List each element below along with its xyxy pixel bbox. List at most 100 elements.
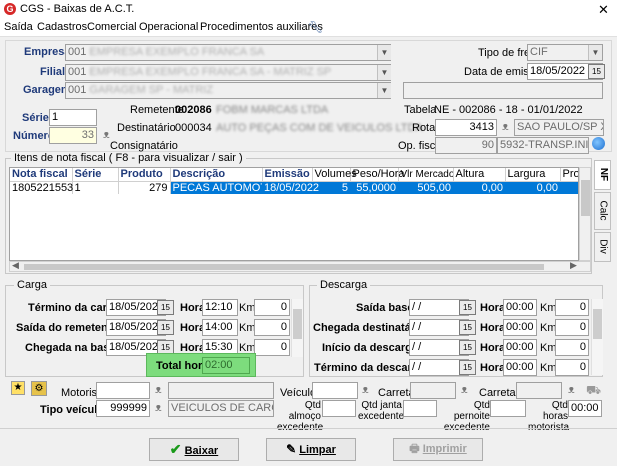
empresa-field[interactable]: 001 EMPRESA EXEMPLO FRANCA SA bbox=[65, 44, 391, 61]
saida-base-hora[interactable]: 00:00 bbox=[503, 299, 537, 316]
veiculo-label: Veículo bbox=[280, 387, 317, 399]
cell-largura: 0,00 bbox=[505, 181, 560, 194]
garagem-field[interactable]: 001 GARAGEM SP - MATRIZ bbox=[65, 82, 391, 99]
rota-search-icon[interactable]: ᴥ bbox=[502, 121, 509, 133]
scroll-right-icon[interactable]: ▶ bbox=[570, 260, 577, 271]
divider bbox=[0, 428, 617, 429]
menu-item-operacional[interactable]: Operacional bbox=[139, 21, 198, 33]
calendar-icon[interactable]: 15 bbox=[157, 300, 174, 315]
baixar-button[interactable]: ✔ Baixar bbox=[149, 438, 239, 461]
qtd-almoco-field[interactable] bbox=[322, 400, 356, 417]
cell-altura: 0,00 bbox=[453, 181, 505, 194]
carreta2-field[interactable] bbox=[516, 382, 562, 399]
tipo-frete-dropdown-icon[interactable]: ▼ bbox=[588, 45, 602, 60]
col-peso-hora[interactable]: Peso/Hora bbox=[350, 168, 404, 182]
menu-item-comercial[interactable]: Comercial bbox=[87, 21, 137, 33]
calendar-icon[interactable]: 15 bbox=[459, 300, 476, 315]
cell-nota-fiscal: 1805221553 bbox=[10, 181, 74, 194]
menu-item-procedimentos[interactable]: Procedimentos auxiliares bbox=[200, 21, 323, 33]
saida-base-km[interactable]: 0 bbox=[555, 299, 589, 316]
qtd-pernoite-field[interactable] bbox=[490, 400, 526, 417]
col-nota-fiscal[interactable]: Nota fiscal bbox=[10, 168, 73, 182]
carreta-search-icon[interactable]: ᴥ bbox=[461, 384, 468, 396]
chegada-destinatario-hora[interactable]: 00:00 bbox=[503, 319, 537, 336]
truck-icon[interactable]: ⛟ bbox=[586, 383, 601, 399]
opfiscal-code-field[interactable]: 90 bbox=[435, 137, 497, 154]
calendar-icon[interactable]: 15 bbox=[588, 64, 605, 79]
col-vlr-mercadoria[interactable]: Vlr Mercadoria bbox=[398, 168, 454, 182]
rota-code-field[interactable]: 3413 bbox=[435, 119, 497, 136]
motorista-code-field[interactable] bbox=[96, 382, 150, 399]
termino-carga-hora[interactable]: 12:10 bbox=[202, 299, 238, 316]
motorista-name-field bbox=[168, 382, 274, 399]
numero-field[interactable]: 33 bbox=[49, 127, 97, 144]
items-group-title: Itens de nota fiscal ( F8 - para visuali… bbox=[11, 152, 246, 164]
saida-remetente-hora[interactable]: 14:00 bbox=[202, 319, 238, 336]
menu-item-saida[interactable]: Saída bbox=[4, 21, 33, 33]
filial-dropdown-icon[interactable]: ▼ bbox=[377, 65, 391, 80]
col-largura[interactable]: Largura bbox=[505, 168, 561, 182]
calendar-icon[interactable]: 15 bbox=[459, 360, 476, 375]
imprimir-button[interactable]: 🖶︎ Imprimir bbox=[393, 438, 483, 461]
tab-calc[interactable]: Calc bbox=[594, 192, 611, 230]
calendar-icon[interactable]: 15 bbox=[459, 340, 476, 355]
termino-carga-km[interactable]: 0 bbox=[254, 299, 290, 316]
carreta-field[interactable] bbox=[410, 382, 456, 399]
col-profun[interactable]: Profun bbox=[560, 168, 578, 182]
filial-field[interactable]: 001 EMPRESA EXEMPLO FRANCA SA - MATRIZ S… bbox=[65, 64, 391, 81]
col-serie[interactable]: Série bbox=[72, 168, 119, 182]
remetente-name: FOBM MARCAS LTDA bbox=[216, 104, 329, 116]
col-descricao[interactable]: Descrição bbox=[170, 168, 263, 182]
scroll-left-icon[interactable]: ◀ bbox=[12, 260, 19, 271]
descarga-vscroll[interactable] bbox=[591, 299, 603, 375]
calendar-icon[interactable]: 15 bbox=[157, 320, 174, 335]
chegada-destinatario-km[interactable]: 0 bbox=[555, 319, 589, 336]
motorista-search-icon[interactable]: ᴥ bbox=[155, 384, 162, 396]
termino-descarga-km[interactable]: 0 bbox=[555, 359, 589, 376]
inicio-descarga-hora[interactable]: 00:00 bbox=[503, 339, 537, 356]
empresa-dropdown-icon[interactable]: ▼ bbox=[377, 45, 391, 60]
col-produto[interactable]: Produto bbox=[118, 168, 171, 182]
col-volumes[interactable]: Volumes bbox=[312, 168, 357, 182]
items-hscroll[interactable]: ◀ ▶ bbox=[9, 260, 591, 272]
star-icon[interactable]: ★ bbox=[11, 381, 25, 395]
inicio-descarga-km[interactable]: 0 bbox=[555, 339, 589, 356]
col-altura[interactable]: Altura bbox=[453, 168, 506, 182]
table-row[interactable]: 1805221553 1 279 PECAS AUTOMOTIVAS 18/05… bbox=[10, 181, 578, 194]
filial-label: Filial bbox=[40, 66, 66, 78]
col-emissao[interactable]: Emissão bbox=[262, 168, 313, 182]
qtd-horas-field[interactable]: 00:00 bbox=[568, 400, 602, 417]
calendar-icon[interactable]: 15 bbox=[459, 320, 476, 335]
menu-item-cadastros[interactable]: Cadastros bbox=[37, 21, 87, 33]
veiculo-search-icon[interactable]: ᴥ bbox=[362, 384, 369, 396]
search-binoculars-icon[interactable]: ᴥ bbox=[103, 129, 110, 141]
carreta2-search-icon[interactable]: ᴥ bbox=[568, 384, 575, 396]
tab-nf[interactable]: NF bbox=[594, 160, 611, 190]
items-vscroll[interactable] bbox=[579, 167, 591, 261]
garagem-label: Garagem bbox=[23, 84, 71, 96]
consignatario-label: Consignatário bbox=[110, 140, 178, 152]
cell-emissao: 18/05/2022 bbox=[262, 181, 320, 194]
carga-vscroll[interactable] bbox=[291, 299, 303, 357]
app-logo-icon: G bbox=[4, 3, 16, 15]
carga-title: Carga bbox=[14, 279, 50, 291]
cell-descricao: PECAS AUTOMOTIVAS bbox=[170, 181, 262, 194]
printer-icon: 🖶︎ bbox=[409, 443, 420, 455]
chegada-base-km[interactable]: 0 bbox=[254, 339, 290, 356]
saida-remetente-km[interactable]: 0 bbox=[254, 319, 290, 336]
close-icon[interactable]: ✕ bbox=[598, 2, 609, 18]
termino-descarga-hora[interactable]: 00:00 bbox=[503, 359, 537, 376]
tipo-veiculo-code-field[interactable]: 999999 bbox=[96, 400, 150, 417]
settings-icon[interactable]: ⚙ bbox=[31, 381, 47, 396]
wrench-icon[interactable]: 🔧︎ bbox=[308, 20, 323, 34]
empresa-label: Empresa bbox=[24, 46, 71, 58]
check-icon: ✔ bbox=[169, 441, 182, 457]
limpar-button[interactable]: ✎ Limpar bbox=[266, 438, 356, 461]
tipo-veiculo-search-icon[interactable]: ᴥ bbox=[155, 402, 162, 414]
tab-div[interactable]: Div bbox=[594, 232, 611, 262]
veiculo-field[interactable] bbox=[312, 382, 358, 399]
garagem-dropdown-icon[interactable]: ▼ bbox=[377, 83, 391, 98]
serie-field[interactable]: 1 bbox=[49, 109, 97, 126]
globe-icon[interactable] bbox=[592, 137, 605, 150]
qtd-janta-field[interactable] bbox=[403, 400, 437, 417]
